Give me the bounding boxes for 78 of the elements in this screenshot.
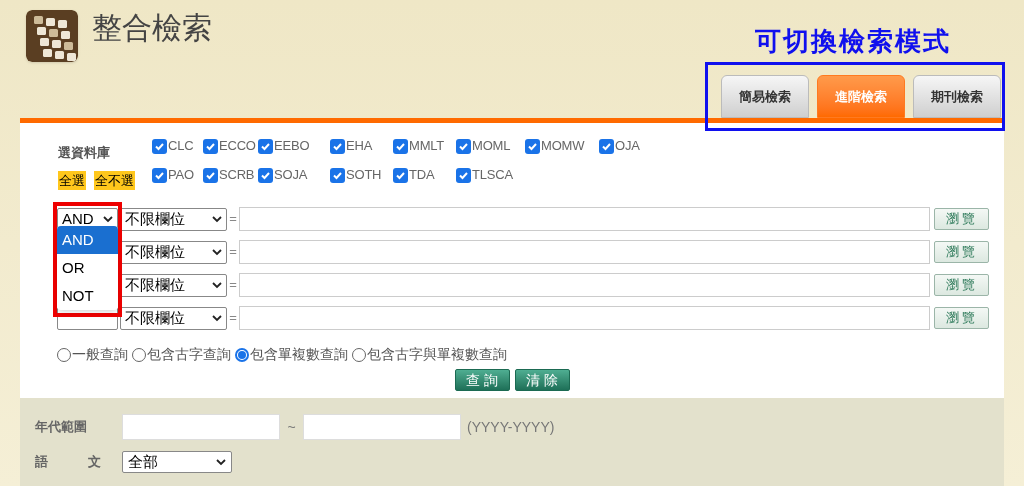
database-option: TLSCA (472, 165, 513, 185)
checkbox[interactable] (258, 138, 273, 154)
checkbox[interactable] (456, 167, 471, 183)
checkbox[interactable] (599, 138, 614, 154)
search-input[interactable] (239, 240, 930, 264)
field-select[interactable]: 不限欄位 (120, 306, 227, 330)
database-label: 選資料庫 (58, 144, 111, 162)
checkbox[interactable] (152, 167, 167, 183)
field-select[interactable]: 不限欄位 (120, 207, 227, 231)
database-option: SOTH (346, 165, 382, 185)
search-input[interactable] (239, 273, 930, 297)
year-range-label: 年代範圍 (35, 418, 88, 437)
language-select[interactable]: 全部 (122, 451, 232, 473)
database-option: SOJA (274, 165, 308, 185)
chevron-icon (212, 281, 222, 289)
checkbox[interactable] (393, 167, 408, 183)
equals-sign: = (228, 309, 238, 328)
checkbox[interactable] (330, 138, 345, 154)
site-title: 整合檢索 (92, 11, 212, 45)
radio-button[interactable] (235, 347, 249, 362)
keypad-icon (26, 10, 78, 62)
chevron-icon (212, 215, 222, 223)
radio-button[interactable] (352, 347, 366, 362)
chevron-icon (216, 458, 226, 466)
checkbox[interactable] (203, 138, 218, 154)
chevron-icon (212, 314, 222, 322)
range-separator: ~ (286, 417, 297, 437)
database-option: TDA (409, 165, 435, 185)
query-mode-option: 包含單複數查詢 (250, 344, 348, 365)
search-input[interactable] (239, 306, 930, 330)
search-mode-tab[interactable]: 期刊檢索 (913, 75, 1001, 118)
browse-button[interactable]: 瀏覽 (934, 208, 989, 230)
database-option: MMLT (409, 136, 445, 156)
query-mode-option: 包含古字查詢 (147, 344, 231, 365)
database-option: ECCO (219, 136, 256, 156)
year-from-input[interactable] (122, 414, 280, 440)
year-to-input[interactable] (303, 414, 461, 440)
equals-sign: = (228, 243, 238, 262)
chevron-icon (212, 248, 222, 256)
database-option: EHA (346, 136, 373, 156)
database-option: EEBO (274, 136, 310, 156)
query-mode-option: 包含古字與單複數查詢 (367, 344, 507, 365)
radio-button[interactable] (132, 347, 146, 362)
chevron-icon (103, 215, 113, 223)
database-option: MOML (472, 136, 511, 156)
year-format-hint: (YYYY-YYYY) (467, 417, 555, 437)
browse-button[interactable]: 瀏覽 (934, 307, 989, 329)
checkbox[interactable] (456, 138, 471, 154)
search-input[interactable] (239, 207, 930, 231)
checkbox[interactable] (258, 167, 273, 183)
clear-button[interactable]: 清 除 (514, 369, 570, 391)
field-select[interactable]: 不限欄位 (120, 273, 227, 297)
database-option: CLC (168, 136, 194, 156)
database-option: MOMW (541, 136, 585, 156)
annotation-text: 可切換檢索模式 (755, 25, 951, 58)
query-mode-option: 一般查詢 (72, 344, 128, 365)
dropdown-option[interactable]: NOT (57, 282, 118, 310)
dropdown-option[interactable]: OR (57, 254, 118, 282)
checkbox[interactable] (525, 138, 540, 154)
database-option: SCRB (219, 165, 255, 185)
equals-sign: = (228, 210, 238, 229)
checkbox[interactable] (330, 167, 345, 183)
select-none-link[interactable]: 全不選 (94, 170, 135, 190)
checkbox[interactable] (393, 138, 408, 154)
language-label: 語 文 (35, 453, 101, 472)
search-button[interactable]: 查 詢 (454, 369, 510, 391)
select-all-link[interactable]: 全選 (58, 170, 86, 190)
radio-button[interactable] (57, 347, 71, 362)
browse-button[interactable]: 瀏覽 (934, 274, 989, 296)
search-mode-tab[interactable]: 簡易檢索 (721, 75, 809, 118)
database-option: OJA (615, 136, 640, 156)
checkbox[interactable] (203, 167, 218, 183)
dropdown-option[interactable]: AND (57, 226, 118, 254)
equals-sign: = (228, 276, 238, 295)
database-option: PAO (168, 165, 194, 185)
checkbox[interactable] (152, 138, 167, 154)
field-select[interactable]: 不限欄位 (120, 240, 227, 264)
browse-button[interactable]: 瀏覽 (934, 241, 989, 263)
